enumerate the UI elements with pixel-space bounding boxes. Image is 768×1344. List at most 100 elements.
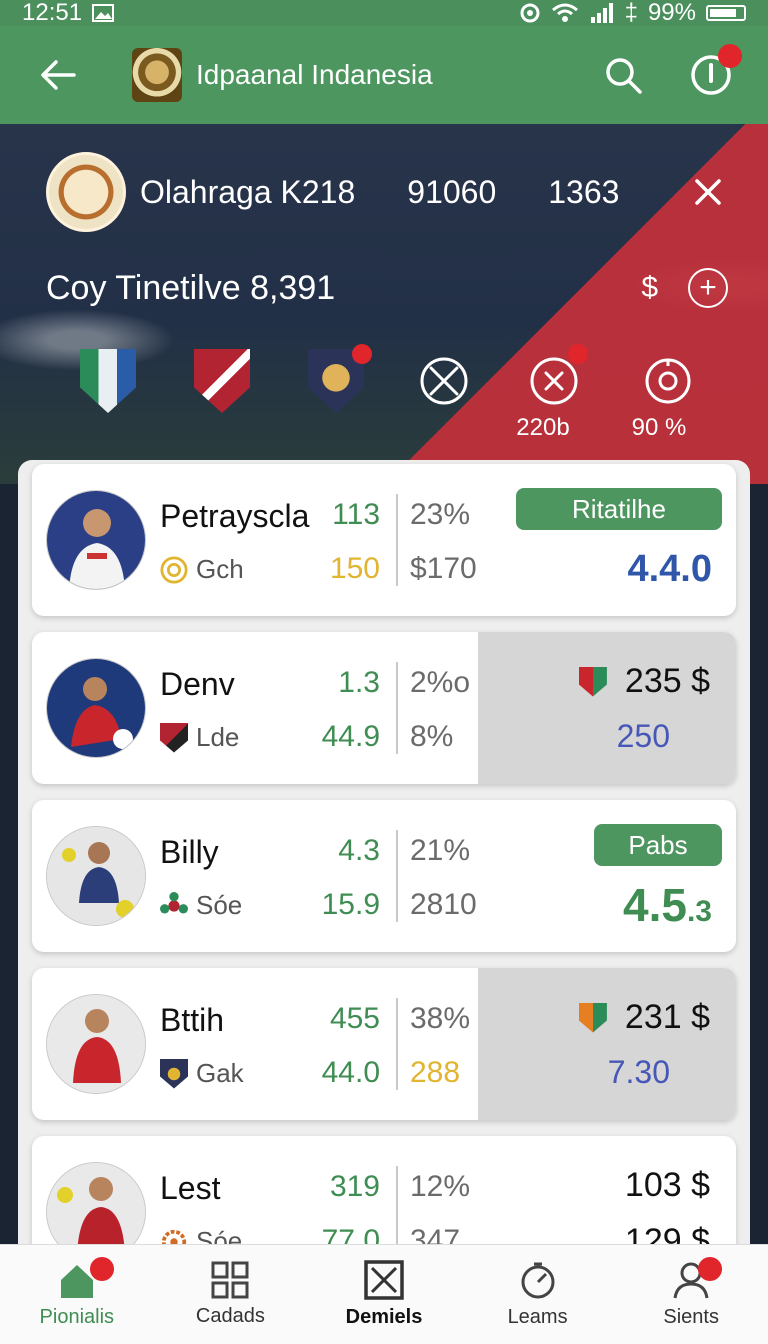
player-name: Lest — [160, 1170, 221, 1206]
team-badge-1[interactable] — [76, 348, 140, 414]
flower-badge-icon — [160, 891, 188, 913]
add-button[interactable]: + — [688, 268, 728, 308]
player-price-secondary: 7.30 — [607, 1054, 670, 1090]
nav-item-cadads[interactable]: Cadads — [154, 1245, 308, 1344]
player-avatar — [46, 490, 146, 590]
hero-icon-label-1: 220b — [516, 414, 570, 441]
timer-icon — [645, 358, 691, 404]
clock: 12:51 — [22, 0, 83, 26]
player-rating: 4.5.3 — [623, 878, 712, 932]
hero-icon-label-2: 90 % — [631, 414, 687, 441]
nav-item-pionialis[interactable]: Pionialis — [0, 1245, 154, 1344]
tactics-board-icon — [364, 1260, 404, 1300]
status-badge[interactable]: Ritatilhe — [516, 488, 722, 530]
player-club: Lde — [160, 722, 239, 753]
player-row[interactable]: Petrayscla Gch 113 150 23% $170 Ritatilh… — [32, 464, 736, 616]
player-avatar — [46, 826, 146, 926]
battery-icon — [706, 5, 746, 21]
notification-dot — [568, 344, 588, 364]
stat-value-2: 15.9 — [321, 888, 380, 921]
stat-price: 288 — [410, 1056, 461, 1089]
hero-stat-1: 91060 — [407, 173, 497, 210]
stat-percent: 2%o — [410, 666, 471, 699]
stat-value-1: 319 — [329, 1170, 380, 1203]
bottom-nav: Pionialis Cadads Demiels Leams Sients — [0, 1244, 768, 1344]
notification-dot — [718, 44, 742, 68]
nav-item-demiels[interactable]: Demiels — [307, 1245, 461, 1344]
nav-item-leams[interactable]: Leams — [461, 1245, 615, 1344]
notification-dot — [90, 1257, 114, 1281]
player-price: 235 $ — [624, 662, 710, 700]
app-bar: Idpaanal Indanesia — [0, 26, 768, 124]
player-avatar — [46, 658, 146, 758]
nav-item-sients[interactable]: Sients — [614, 1245, 768, 1344]
divider — [396, 998, 398, 1090]
player-rating-main: 4.5 — [623, 879, 687, 931]
close-circle-icon — [530, 357, 578, 405]
player-avatar — [46, 994, 146, 1094]
search-icon — [606, 58, 642, 94]
remove-button[interactable] — [522, 344, 588, 414]
stat-price: $170 — [410, 552, 477, 585]
search-button[interactable] — [596, 48, 650, 102]
league-crest — [46, 152, 126, 232]
price-line: 103 $ — [625, 1166, 710, 1205]
player-club-label: Gak — [196, 1058, 244, 1088]
hero-title: Olahraga K218 — [140, 173, 356, 210]
notifications-button[interactable] — [684, 44, 742, 102]
stat-price: 2810 — [410, 888, 477, 921]
stat-percent: 12% — [410, 1170, 471, 1203]
photo-icon — [92, 4, 115, 22]
wifi-icon — [551, 3, 578, 22]
currency-icon[interactable]: $ — [641, 271, 658, 305]
timer-button[interactable] — [636, 348, 700, 414]
nav-label: Cadads — [195, 1305, 265, 1327]
player-name: Petrayscla — [160, 498, 310, 534]
team-badge-3[interactable] — [304, 344, 372, 414]
stat-value-2: 44.0 — [321, 1056, 380, 1089]
player-list: Petrayscla Gch 113 150 23% $170 Ritatilh… — [18, 460, 750, 1260]
club-shield-icon — [160, 1058, 188, 1089]
player-price-secondary: 250 — [616, 718, 670, 754]
player-name: Billy — [160, 834, 219, 870]
stat-price: 8% — [410, 720, 454, 753]
player-row[interactable]: Lest Sóe 319 77.0 12% 347 103 $ 129 $ — [32, 1136, 736, 1260]
back-button[interactable] — [30, 47, 86, 103]
status-badge-label: Pabs — [628, 829, 688, 860]
price-panel — [478, 968, 736, 1120]
stat-value-1: 455 — [329, 1002, 380, 1035]
stat-percent: 21% — [410, 834, 471, 867]
alarm-icon — [520, 3, 540, 23]
player-photo — [47, 659, 145, 757]
stat-value-2: 44.9 — [321, 720, 380, 753]
player-rating-tail: .3 — [686, 895, 712, 928]
player-club: Gch — [160, 554, 244, 585]
nav-label: Pionialis — [39, 1306, 115, 1328]
close-button[interactable] — [688, 172, 728, 212]
club-shield-icon — [578, 1002, 607, 1033]
player-name: Bttih — [160, 1002, 225, 1038]
player-price: 103 $ — [624, 1166, 710, 1204]
player-row[interactable]: Billy Sóe 4.3 15.9 21% 2810 Pabs 4.5.3 — [32, 800, 736, 952]
player-photo — [47, 995, 145, 1093]
hero-stat-2: 1363 — [548, 173, 620, 210]
arrow-left-icon — [41, 60, 76, 90]
team-badge-2[interactable] — [190, 348, 254, 414]
price-line: 235 $ — [578, 662, 710, 701]
coin-icon — [160, 555, 188, 584]
player-row[interactable]: Denv Lde 1.3 44.9 2%o 8% 235 $ 250 — [32, 632, 736, 784]
notification-dot — [352, 344, 372, 364]
stat-value-1: 1.3 — [338, 666, 380, 699]
stat-value-1: 113 — [332, 498, 380, 531]
stat-percent: 38% — [410, 1002, 471, 1035]
app-title: Idpaanal Indanesia — [196, 59, 433, 90]
notification-dot — [697, 1257, 722, 1281]
battery-percent: 99% — [647, 0, 696, 26]
x-circle-icon — [420, 357, 468, 405]
player-club-label: Lde — [196, 722, 240, 752]
compare-button[interactable] — [412, 348, 476, 414]
status-badge[interactable]: Pabs — [594, 824, 722, 866]
player-price: 231 $ — [624, 998, 710, 1036]
player-club-label: Sóe — [196, 890, 243, 920]
player-row[interactable]: Bttih Gak 455 44.0 38% 288 231 $ 7.30 — [32, 968, 736, 1120]
